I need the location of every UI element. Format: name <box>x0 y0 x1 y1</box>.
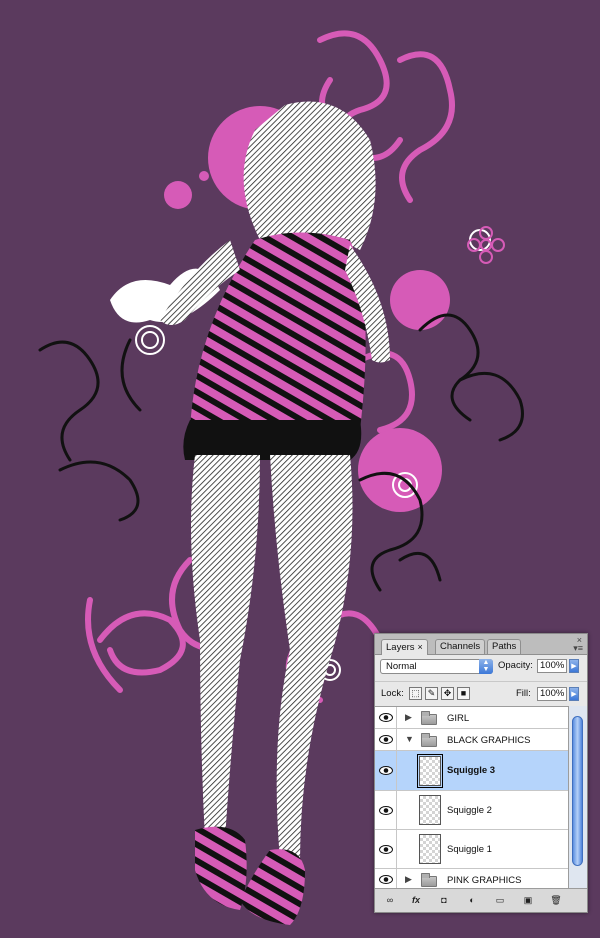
layer-name: BLACK GRAPHICS <box>447 735 531 746</box>
lock-all-icon[interactable]: ■ <box>457 687 470 700</box>
layers-scrollbar[interactable] <box>568 706 587 888</box>
layer-name: PINK GRAPHICS <box>447 875 522 886</box>
lock-transparent-icon[interactable]: ⬚ <box>409 687 422 700</box>
tab-channels-label: Channels <box>440 641 481 652</box>
panel-footer: ∞ fx ◘ ◐ ▭ ▣ 🗑 <box>375 888 587 912</box>
fx-icon[interactable]: fx <box>407 893 425 907</box>
select-arrows-icon[interactable]: ▲ ▼ <box>479 659 493 674</box>
layer-squiggle-2[interactable]: Squiggle 2 <box>375 791 568 830</box>
fill-label: Fill: <box>516 688 531 699</box>
opacity-value: 100% <box>540 660 565 671</box>
blend-row: Normal ▲ ▼ Opacity: 100% ▶ <box>375 655 587 679</box>
layers-list: ▶ GIRL ▼ BLACK GRAPHICS Squiggle 3 Squig… <box>375 706 568 889</box>
layer-squiggle-1[interactable]: Squiggle 1 <box>375 830 568 869</box>
pink-circle-tiny <box>199 171 209 181</box>
eye-icon[interactable] <box>379 766 393 775</box>
expand-arrow-icon[interactable]: ▶ <box>405 712 412 723</box>
tab-layers-label: Layers <box>386 642 415 653</box>
eye-icon[interactable] <box>379 875 393 884</box>
folder-icon <box>421 873 437 887</box>
layer-group-girl[interactable]: ▶ GIRL <box>375 707 568 729</box>
pink-circle-right <box>358 428 442 512</box>
new-group-icon[interactable]: ▭ <box>491 893 509 907</box>
layer-thumbnail <box>417 754 443 788</box>
eye-cell[interactable] <box>375 751 397 790</box>
trash-icon[interactable]: 🗑 <box>547 893 565 907</box>
panel-tab-bar: Layers × Channels Paths × ▾≡ <box>375 634 587 655</box>
lock-position-icon[interactable]: ✥ <box>441 687 454 700</box>
layer-name: Squiggle 2 <box>447 805 492 816</box>
pink-circle-mid <box>390 270 450 330</box>
tab-paths-label: Paths <box>492 641 517 652</box>
fill-slider-arrow-icon[interactable]: ▶ <box>569 687 579 701</box>
opacity-label: Opacity: <box>498 660 533 671</box>
layer-squiggle-3[interactable]: Squiggle 3 <box>375 751 568 791</box>
new-layer-icon[interactable]: ▣ <box>519 893 537 907</box>
tab-layers[interactable]: Layers × <box>381 639 428 655</box>
expand-arrow-icon[interactable]: ▶ <box>405 874 412 885</box>
collapse-arrow-icon[interactable]: ▼ <box>405 734 414 744</box>
opacity-slider-arrow-icon[interactable]: ▶ <box>569 659 579 673</box>
lock-image-icon[interactable]: ✎ <box>425 687 438 700</box>
tab-paths[interactable]: Paths <box>487 639 522 654</box>
folder-icon <box>421 711 437 725</box>
layer-name: Squiggle 1 <box>447 844 492 855</box>
eye-cell[interactable] <box>375 830 397 868</box>
tab-channels[interactable]: Channels <box>435 639 486 654</box>
eye-cell[interactable] <box>375 791 397 829</box>
mask-icon[interactable]: ◘ <box>435 893 453 907</box>
eye-cell[interactable] <box>375 707 397 728</box>
fill-field[interactable]: 100% <box>537 687 567 701</box>
link-icon[interactable]: ∞ <box>381 893 399 907</box>
blend-mode-value: Normal <box>386 661 417 672</box>
eye-icon[interactable] <box>379 735 393 744</box>
layer-name: Squiggle 3 <box>447 765 496 776</box>
layers-panel: Layers × Channels Paths × ▾≡ Normal ▲ ▼ Op… <box>374 633 588 913</box>
blend-mode-select[interactable]: Normal ▲ ▼ <box>380 659 493 674</box>
scrollbar-thumb[interactable] <box>572 716 583 866</box>
layer-group-pink-graphics[interactable]: ▶ PINK GRAPHICS <box>375 869 568 889</box>
lock-row: Lock: ⬚ ✎ ✥ ■ Fill: 100% ▶ <box>375 681 587 706</box>
layer-thumbnail <box>419 795 441 825</box>
lock-label: Lock: <box>381 688 404 699</box>
eye-cell[interactable] <box>375 729 397 750</box>
fill-value: 100% <box>540 688 565 699</box>
eye-icon[interactable] <box>379 845 393 854</box>
layer-group-black-graphics[interactable]: ▼ BLACK GRAPHICS <box>375 729 568 751</box>
panel-menu-icon[interactable]: ▾≡ <box>573 643 583 654</box>
folder-icon <box>421 733 437 747</box>
pink-circle-small <box>164 181 192 209</box>
layer-thumbnail <box>419 834 441 864</box>
opacity-field[interactable]: 100% <box>537 659 567 673</box>
adjustment-icon[interactable]: ◐ <box>463 893 481 907</box>
tab-close-icon[interactable]: × <box>418 642 423 652</box>
eye-icon[interactable] <box>379 806 393 815</box>
layer-name: GIRL <box>447 713 470 724</box>
eye-cell[interactable] <box>375 869 397 889</box>
eye-icon[interactable] <box>379 713 393 722</box>
